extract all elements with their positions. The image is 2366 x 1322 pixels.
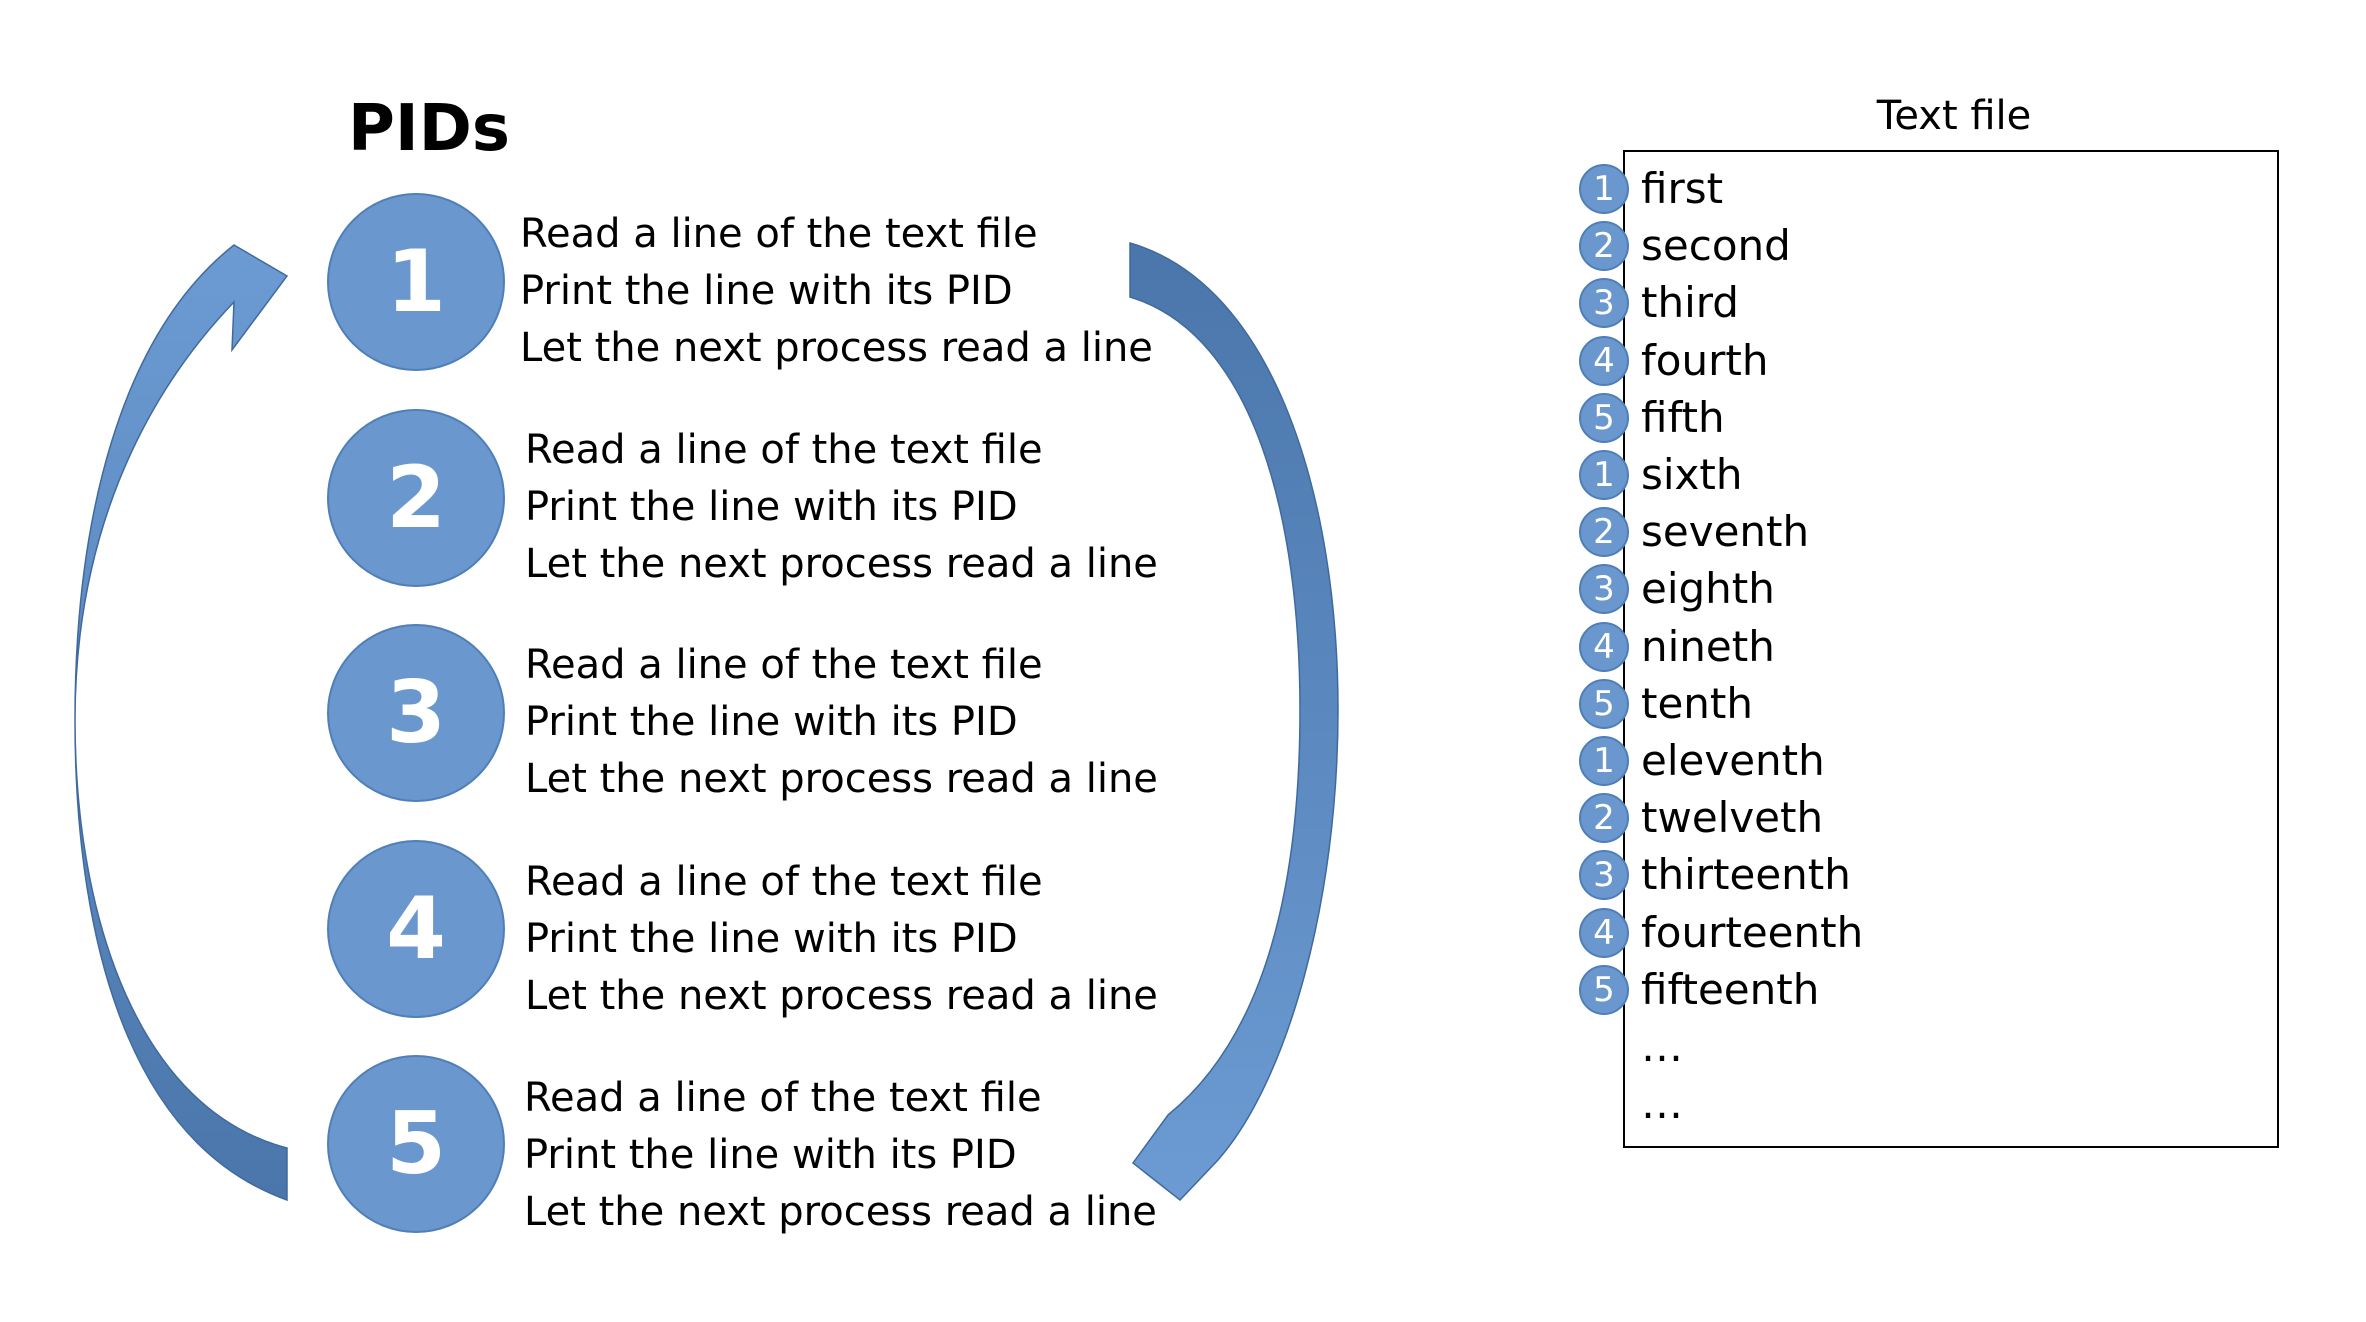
- text-file-line: twelveth: [1641, 793, 1824, 843]
- pid-steps-4: Read a line of the text file Print the li…: [525, 854, 1158, 1025]
- text-file-line: fifth: [1641, 392, 1725, 442]
- step-line: Let the next process read a line: [524, 1189, 1157, 1235]
- line-pid-badge: 2: [1579, 507, 1629, 558]
- text-file-line: fourteenth: [1641, 907, 1864, 957]
- pids-title: PIDs: [348, 92, 510, 166]
- text-file-line: …: [1641, 1079, 1683, 1129]
- pid-steps-3: Read a line of the text file Print the li…: [525, 637, 1158, 808]
- step-line: Read a line of the text file: [525, 859, 1043, 905]
- text-file-line: first: [1641, 164, 1724, 213]
- step-line: Read a line of the text file: [524, 1075, 1042, 1121]
- step-line: Read a line of the text file: [525, 427, 1043, 473]
- step-line: Let the next process read a line: [525, 756, 1158, 802]
- text-file-line: seventh: [1641, 507, 1810, 557]
- text-file-line: thirteenth: [1641, 850, 1851, 900]
- step-line: Read a line of the text file: [525, 642, 1043, 688]
- line-pid-badge: 4: [1579, 335, 1629, 386]
- line-pid-badge: 2: [1579, 793, 1629, 844]
- pid-steps-5: Read a line of the text file Print the li…: [524, 1070, 1157, 1241]
- line-pid-badge: 1: [1579, 736, 1629, 786]
- text-file-line: fifteenth: [1641, 964, 1820, 1014]
- text-file-line: eighth: [1641, 564, 1775, 614]
- text-file-line: fourth: [1641, 335, 1769, 385]
- text-file-line: third: [1641, 278, 1739, 328]
- line-pid-badge: 4: [1579, 907, 1629, 958]
- text-file-line: sixth: [1641, 450, 1743, 499]
- pid-circle-3: 3: [327, 624, 505, 802]
- step-line: Let the next process read a line: [525, 973, 1158, 1019]
- step-line: Let the next process read a line: [525, 541, 1158, 587]
- line-pid-badge: 1: [1579, 450, 1629, 500]
- step-line: Print the line with its PID: [525, 484, 1018, 530]
- line-pid-badge: 1: [1579, 164, 1629, 214]
- line-pid-badge: 5: [1579, 392, 1629, 443]
- pid-steps-2: Read a line of the text file Print the li…: [525, 422, 1158, 593]
- loop-back-arrow: [74, 244, 289, 1202]
- pid-circle-1: 1: [327, 193, 505, 371]
- step-line: Print the line with its PID: [520, 268, 1013, 314]
- text-file-line: nineth: [1641, 621, 1775, 671]
- pid-circle-2: 2: [327, 409, 505, 587]
- pid-steps-1: Read a line of the text file Print the li…: [520, 206, 1153, 377]
- line-pid-badge: 4: [1579, 621, 1629, 672]
- text-file-line: tenth: [1641, 678, 1754, 728]
- pid-circle-4: 4: [327, 840, 505, 1018]
- step-line: Read a line of the text file: [520, 211, 1038, 257]
- line-pid-badge: 5: [1579, 678, 1629, 729]
- pid-circle-5: 5: [327, 1055, 505, 1233]
- step-line: Print the line with its PID: [525, 699, 1018, 745]
- step-line: Print the line with its PID: [525, 916, 1018, 962]
- text-file-line: eleventh: [1641, 736, 1825, 785]
- step-line: Let the next process read a line: [520, 325, 1153, 371]
- text-file-title: Text file: [1876, 93, 2032, 139]
- text-file-line: …: [1641, 1022, 1683, 1071]
- step-line: Print the line with its PID: [524, 1132, 1017, 1178]
- next-process-arrow: [1129, 242, 1339, 1202]
- text-file-line: second: [1641, 221, 1791, 271]
- line-pid-badge: 2: [1579, 221, 1629, 272]
- line-pid-badge: 5: [1579, 964, 1629, 1015]
